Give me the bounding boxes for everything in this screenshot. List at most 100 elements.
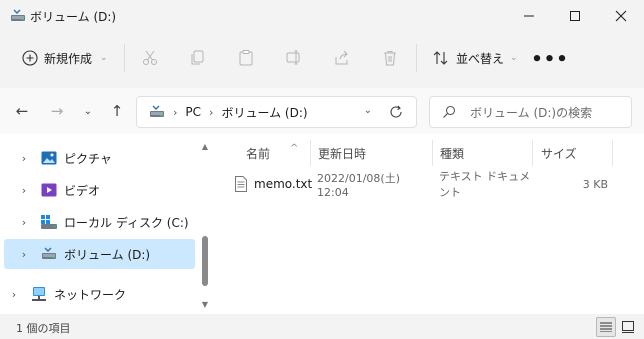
delete-button[interactable] xyxy=(378,47,402,69)
sidebar-item-label: ボリューム (D:) xyxy=(64,247,151,262)
column-header-label: サイズ xyxy=(541,146,577,161)
up-button[interactable]: ↑ xyxy=(104,100,130,122)
plus-circle-icon xyxy=(22,50,38,66)
navigation-bar: ← → ⌄ ↑ › PC › ボリューム (D:) ⌄ ボリューム (D:)の検… xyxy=(0,88,644,134)
sidebar-item-label: ネットワーク xyxy=(54,287,127,302)
breadcrumb-volume[interactable]: ボリューム (D:) xyxy=(221,104,307,121)
chevron-right-icon[interactable]: › xyxy=(16,248,32,261)
command-bar: 新規作成 ⌄ 並べ替え ⌄ ••• xyxy=(0,36,644,82)
share-icon xyxy=(335,50,348,65)
trash-icon xyxy=(384,51,396,66)
copy-button[interactable] xyxy=(186,47,210,69)
sort-button-label: 並べ替え xyxy=(456,51,505,66)
sidebar-item-videos[interactable]: › ビデオ xyxy=(16,175,192,205)
file-list: 名前 ^ 更新日時 種類 サイズ memo.txt 2022/01/08(土) … xyxy=(228,134,636,314)
network-icon xyxy=(30,286,48,302)
column-divider[interactable] xyxy=(532,140,533,166)
sidebar-item-local-disk[interactable]: › ローカル ディスク (C:) xyxy=(16,207,192,237)
navigation-scrollbar[interactable]: ▲ ▼ xyxy=(198,140,212,316)
file-modified: 2022/01/08(土) 12:04 xyxy=(317,171,400,199)
column-divider[interactable] xyxy=(432,140,433,166)
column-header-type[interactable]: 種類 xyxy=(440,141,530,165)
address-bar[interactable]: › PC › ボリューム (D:) ⌄ xyxy=(136,96,417,128)
column-header-label: 更新日時 xyxy=(318,146,367,161)
more-options-button[interactable]: ••• xyxy=(531,48,568,70)
chevron-right-icon[interactable]: › xyxy=(16,216,32,229)
scrollbar-thumb[interactable] xyxy=(202,236,208,286)
maximize-icon xyxy=(570,11,580,21)
large-icons-view-icon xyxy=(622,321,634,333)
recent-locations-button[interactable]: ⌄ xyxy=(75,100,101,122)
file-name-cell: memo.txt xyxy=(234,170,314,198)
arrow-right-icon: → xyxy=(50,102,64,120)
sidebar-item-network[interactable]: › ネットワーク xyxy=(6,279,192,309)
clipboard-icon xyxy=(239,50,253,66)
refresh-icon xyxy=(390,105,402,118)
sort-arrows-icon xyxy=(433,51,448,65)
navigation-pane: › ピクチャ › ビデオ › ローカル ディスク (C:) › ボリューム (D… xyxy=(0,134,196,314)
search-input[interactable]: ボリューム (D:)の検索 xyxy=(470,104,592,121)
toolbar-divider xyxy=(124,44,125,72)
chevron-right-icon: › xyxy=(173,105,178,119)
sidebar-item-label: ビデオ xyxy=(64,183,101,198)
search-box[interactable]: ボリューム (D:)の検索 xyxy=(429,96,632,128)
sidebar-item-volume-d[interactable]: › ボリューム (D:) xyxy=(4,239,195,269)
windows-drive-icon xyxy=(40,214,58,230)
rename-button[interactable] xyxy=(282,47,306,69)
large-icons-view-button[interactable] xyxy=(618,317,638,337)
column-header-label: 種類 xyxy=(440,146,465,161)
copy-icon xyxy=(191,50,204,65)
drive-icon xyxy=(150,105,164,117)
sidebar-item-pictures[interactable]: › ピクチャ xyxy=(16,143,192,173)
file-name: memo.txt xyxy=(254,177,313,191)
chevron-down-icon: ⌄ xyxy=(510,53,518,63)
column-header-label: 名前 xyxy=(246,146,271,161)
chevron-right-icon: › xyxy=(209,105,214,119)
scroll-down-icon[interactable]: ▼ xyxy=(200,300,210,310)
minimize-button[interactable] xyxy=(506,0,552,32)
close-button[interactable] xyxy=(598,0,644,32)
drive-icon xyxy=(40,246,58,262)
refresh-button[interactable] xyxy=(386,102,406,122)
chevron-right-icon[interactable]: › xyxy=(6,288,22,301)
scissors-icon xyxy=(143,50,157,65)
cut-button[interactable] xyxy=(138,47,162,69)
search-icon xyxy=(443,105,456,118)
forward-button[interactable]: → xyxy=(44,100,70,122)
maximize-button[interactable] xyxy=(552,0,598,32)
details-view-button[interactable] xyxy=(596,317,616,337)
sidebar-item-label: ピクチャ xyxy=(64,151,112,166)
sidebar-item-label: ローカル ディスク (C:) xyxy=(64,215,189,230)
chevron-down-icon[interactable]: ⌄ xyxy=(364,105,372,116)
back-button[interactable]: ← xyxy=(9,100,35,122)
status-bar: 1 個の項目 xyxy=(0,314,644,339)
window-title: ボリューム (D:) xyxy=(30,10,117,24)
new-button[interactable]: 新規作成 ⌄ xyxy=(16,43,114,73)
pictures-icon xyxy=(40,150,58,166)
table-row[interactable]: memo.txt 2022/01/08(土) 12:04 テキスト ドキュメント… xyxy=(228,170,636,199)
column-header-modified[interactable]: 更新日時 xyxy=(318,141,430,165)
more-icon: ••• xyxy=(531,48,569,70)
chevron-right-icon[interactable]: › xyxy=(16,184,32,197)
sort-button[interactable]: 並べ替え ⌄ xyxy=(428,43,522,73)
column-divider[interactable] xyxy=(310,140,311,166)
details-view-icon xyxy=(600,322,612,332)
chevron-down-icon: ⌄ xyxy=(100,53,108,63)
chevron-right-icon[interactable]: › xyxy=(16,152,32,165)
toolbar-divider xyxy=(416,44,417,72)
paste-button[interactable] xyxy=(234,47,258,69)
videos-icon xyxy=(40,182,58,198)
drive-icon xyxy=(11,9,25,21)
column-header-size[interactable]: サイズ xyxy=(541,141,611,165)
breadcrumb-pc[interactable]: PC xyxy=(185,105,201,119)
column-divider[interactable] xyxy=(612,140,613,166)
title-bar: ボリューム (D:) xyxy=(0,0,644,32)
item-count: 1 個の項目 xyxy=(16,322,71,335)
share-button[interactable] xyxy=(330,47,354,69)
new-button-label: 新規作成 xyxy=(44,51,93,66)
scroll-up-icon[interactable]: ▲ xyxy=(200,142,210,152)
explorer-content: › ピクチャ › ビデオ › ローカル ディスク (C:) › ボリューム (D… xyxy=(0,134,644,314)
column-header-name[interactable]: 名前 ^ xyxy=(246,141,310,165)
close-icon xyxy=(615,10,627,22)
file-size: 3 KB xyxy=(582,177,608,191)
